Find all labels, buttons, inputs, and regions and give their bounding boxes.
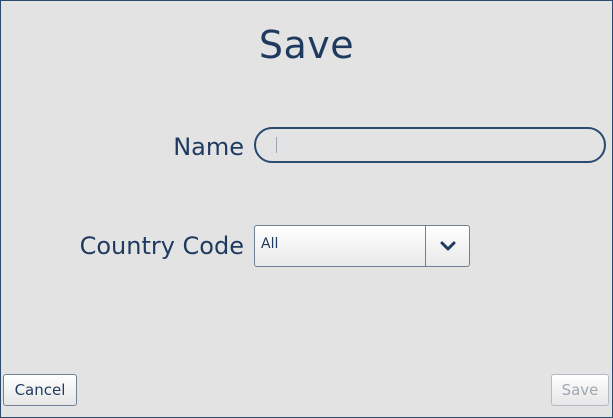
cancel-button[interactable]: Cancel <box>3 374 77 406</box>
text-caret <box>276 137 277 153</box>
dropdown-button[interactable] <box>426 226 469 266</box>
save-dialog: Save Name Country Code All Cancel Save <box>0 0 613 418</box>
country-code-select[interactable]: All <box>254 225 470 267</box>
country-code-label: Country Code <box>79 232 244 260</box>
name-label: Name <box>173 133 244 161</box>
country-code-selected-value: All <box>261 236 279 252</box>
chevron-down-icon <box>440 241 455 251</box>
name-input[interactable] <box>254 127 606 163</box>
save-button[interactable]: Save <box>551 374 609 406</box>
dialog-title: Save <box>258 23 355 67</box>
